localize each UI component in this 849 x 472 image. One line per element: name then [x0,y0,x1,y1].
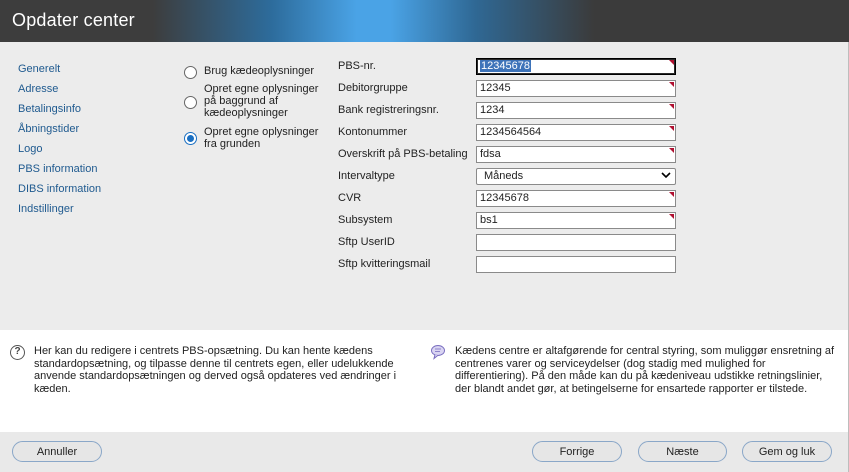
kontonummer-input[interactable]: 1234564564 [476,124,676,141]
label-sftp-kvitteringsmail: Sftp kvitteringsmail [338,258,431,270]
label-cvr: CVR [338,192,362,204]
overskrift-pbs-betaling-input[interactable]: fdsa [476,146,676,163]
field-value: 12345 [480,82,511,94]
subsystem-input[interactable]: bs1 [476,212,676,229]
field-value: 1234564564 [480,126,542,138]
title-bar: Opdater center [0,0,849,42]
required-marker [669,148,674,153]
pbs-nr-input[interactable]: 12345678 [476,58,676,75]
required-marker [669,126,674,131]
option-own-based-on-chain[interactable]: Opret egne oplysninger på baggrund af kæ… [184,83,326,119]
nav-item-betalingsinfo[interactable]: Betalingsinfo [18,102,101,122]
label-subsystem: Subsystem [338,214,393,226]
label-sftp-userid: Sftp UserID [338,236,395,248]
nav-item-dibs-information[interactable]: DIBS information [18,182,101,202]
sftp-kvitteringsmail-input[interactable] [476,256,676,273]
required-marker [669,60,674,65]
save-and-close-button[interactable]: Gem og luk [742,441,832,462]
radio-button[interactable] [184,132,197,145]
next-button[interactable]: Næste [638,441,727,462]
field-value: bs1 [480,214,498,226]
required-marker [669,82,674,87]
option-label: Opret egne oplysninger på baggrund af kæ… [204,83,319,119]
cancel-button[interactable]: Annuller [12,441,102,462]
label-intervaltype: Intervaltype [338,170,395,182]
label-pbs-nr: PBS-nr. [338,60,376,72]
intervaltype-select[interactable]: Måneds [476,168,676,185]
nav-item-adresse[interactable]: Adresse [18,82,101,102]
option-own-from-scratch[interactable]: Opret egne oplysninger fra grunden [184,126,326,150]
field-value: 12345678 [480,60,531,72]
label-overskrift-pbs-betaling: Overskrift på PBS-betaling [338,148,468,160]
nav-item-pbs-information[interactable]: PBS information [18,162,101,182]
label-bank-registreringsnr: Bank registreringsnr. [338,104,439,116]
option-use-chain-info[interactable]: Brug kædeoplysninger [184,65,326,79]
required-marker [669,192,674,197]
speech-bubble-icon [430,344,446,360]
previous-button[interactable]: Forrige [532,441,622,462]
radio-button[interactable] [184,66,197,79]
chevron-down-icon [661,170,671,184]
cvr-input[interactable]: 12345678 [476,190,676,207]
dialog-footer: Annuller Forrige Næste Gem og luk [0,432,849,472]
window-title: Opdater center [12,10,135,30]
help-question-icon: ? [10,345,25,360]
nav-item-indstillinger[interactable]: Indstillinger [18,202,101,222]
field-value: 1234 [480,104,505,116]
selected-value: Måneds [484,170,524,182]
field-value: fdsa [480,148,501,160]
required-marker [669,214,674,219]
option-label: Opret egne oplysninger fra grunden [204,126,319,150]
nav-item-logo[interactable]: Logo [18,142,101,162]
bank-registreringsnr-input[interactable]: 1234 [476,102,676,119]
radio-button[interactable] [184,96,197,109]
help-panel: ? Her kan du redigere i centrets PBS-ops… [0,330,849,432]
nav-item-abningstider[interactable]: Åbningstider [18,122,101,142]
label-kontonummer: Kontonummer [338,126,408,138]
help-text: Her kan du redigere i centrets PBS-opsæt… [34,345,397,395]
nav-item-generelt[interactable]: Generelt [18,62,101,82]
label-debitorgruppe: Debitorgruppe [338,82,408,94]
tip-text: Kædens centre er altafgørende for centra… [455,345,835,395]
section-nav: Generelt Adresse Betalingsinfo Åbningsti… [18,62,101,222]
option-label: Brug kædeoplysninger [204,65,315,77]
required-marker [669,104,674,109]
debitorgruppe-input[interactable]: 12345 [476,80,676,97]
field-value: 12345678 [480,192,529,204]
sftp-userid-input[interactable] [476,234,676,251]
main-panel: Generelt Adresse Betalingsinfo Åbningsti… [0,42,849,330]
